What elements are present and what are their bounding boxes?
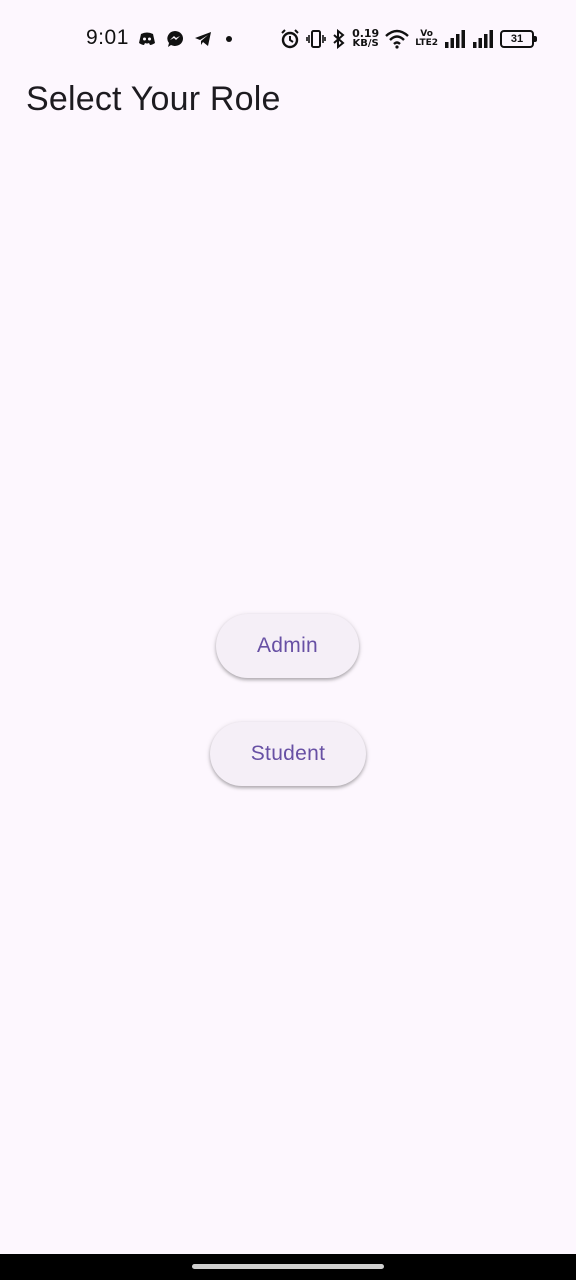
notification-icons: [138, 29, 236, 49]
alarm-icon: [280, 29, 300, 49]
battery-icon: 31: [500, 30, 537, 48]
dot-icon: [222, 32, 236, 46]
bluetooth-icon: [332, 29, 346, 49]
battery-level: 31: [510, 33, 524, 45]
telegram-icon: [194, 31, 212, 47]
admin-button[interactable]: Admin: [216, 614, 359, 678]
system-icons: 0.19 KB/S Vo LTE2 31: [280, 26, 537, 52]
home-indicator[interactable]: [192, 1264, 384, 1269]
wifi-icon: [385, 29, 410, 49]
student-button[interactable]: Student: [210, 722, 366, 786]
signal-icon: [444, 30, 466, 48]
messenger-icon: [166, 30, 184, 48]
network-speed: 0.19 KB/S: [352, 27, 380, 49]
volte-icon: Vo LTE2: [415, 29, 438, 48]
vibrate-icon: [306, 29, 326, 49]
signal-icon: [472, 30, 494, 48]
status-time: 9:01: [86, 26, 129, 49]
discord-icon: [138, 32, 156, 46]
status-bar: 9:01 0.19 KB/S Vo LTE2 31: [0, 0, 576, 78]
navigation-bar: [0, 1254, 576, 1280]
page-title: Select Your Role: [26, 80, 281, 118]
